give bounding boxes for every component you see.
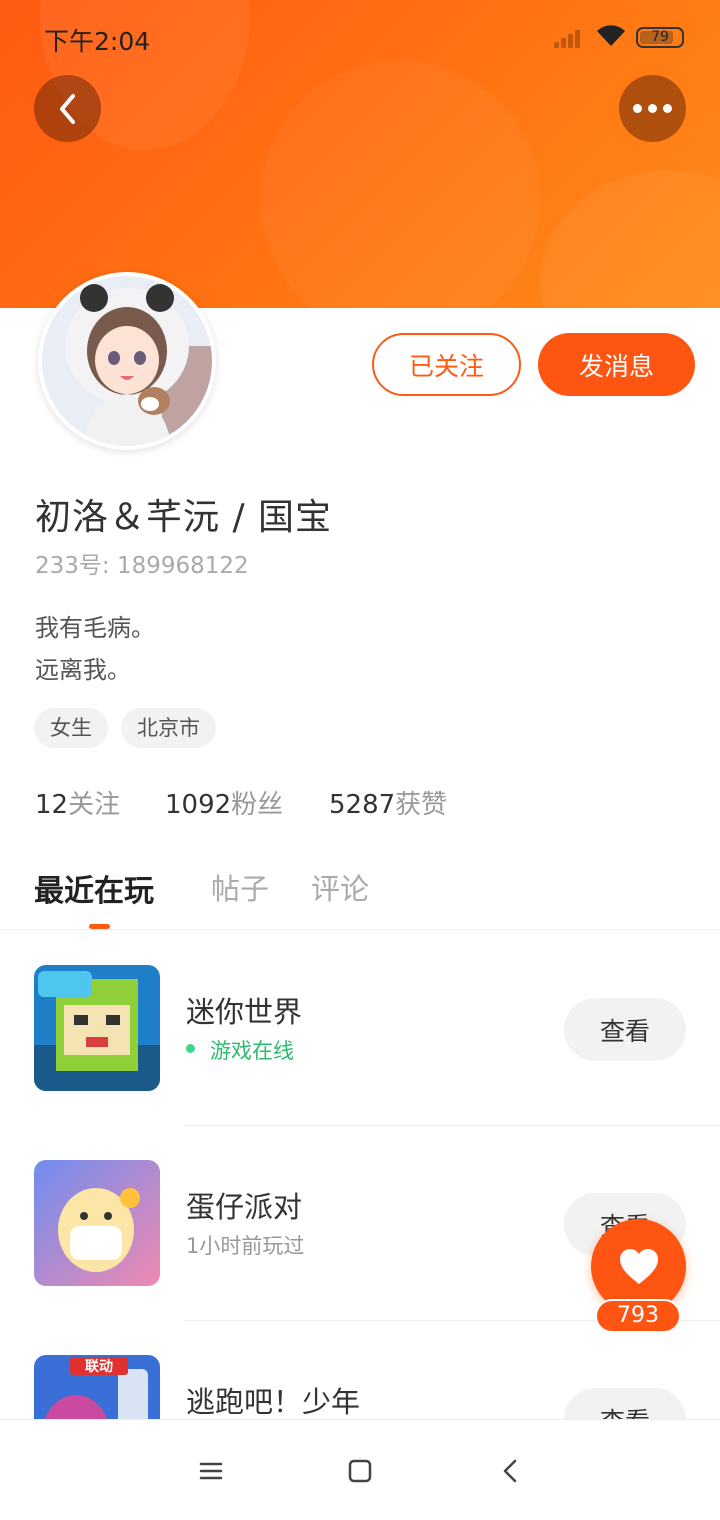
following-button[interactable]: 已关注 — [372, 333, 521, 396]
tag-location: 北京市 — [121, 708, 216, 748]
status-bar: 下午2:04 79 — [0, 0, 720, 72]
chevron-left-icon — [59, 93, 75, 124]
game-icon-eggy-party — [34, 1160, 160, 1286]
battery-level: 79 — [651, 29, 669, 45]
menu-icon[interactable] — [196, 1456, 226, 1486]
tab-posts[interactable]: 帖子 — [211, 866, 269, 908]
heart-icon — [619, 1248, 658, 1284]
home-icon[interactable] — [345, 1456, 375, 1486]
back-nav-icon[interactable] — [496, 1456, 526, 1486]
stat-following[interactable]: 12关注 — [35, 784, 120, 821]
stat-value: 5287 — [329, 790, 396, 820]
game-list-item[interactable]: 迷你世界 游戏在线 查看 — [0, 931, 720, 1126]
bio-line: 远离我。 — [35, 656, 131, 684]
send-message-button[interactable]: 发消息 — [538, 333, 695, 396]
tag-gender: 女生 — [34, 708, 108, 748]
game-status: 1小时前玩过 — [186, 1234, 305, 1258]
header-decoration — [540, 170, 720, 308]
more-dot — [663, 104, 672, 113]
profile-tabs: 最近在玩 帖子 评论 — [0, 860, 720, 930]
system-navigation-bar — [0, 1419, 720, 1520]
online-status-dot — [186, 1044, 195, 1053]
game-title: 迷你世界 — [186, 995, 303, 1029]
account-id: 233号: 189968122 — [35, 553, 249, 579]
more-dots-icon — [633, 104, 642, 113]
stat-label: 粉丝 — [231, 790, 284, 820]
avatar-image — [42, 276, 212, 446]
stat-label: 关注 — [68, 790, 121, 820]
battery-icon: 79 — [636, 27, 684, 48]
view-game-button[interactable]: 查看 — [564, 998, 686, 1061]
game-status-text: 游戏在线 — [210, 1039, 294, 1063]
status-time: 下午2:04 — [44, 27, 151, 56]
tab-comments[interactable]: 评论 — [311, 866, 369, 908]
stat-value: 1092 — [165, 790, 232, 820]
profile-name: 初洛＆芊沅 / 国宝 — [35, 497, 333, 538]
game-title: 逃跑吧！少年 — [186, 1385, 361, 1419]
stat-value: 12 — [35, 790, 69, 820]
stat-likes[interactable]: 5287获赞 — [329, 784, 447, 821]
signal-icon — [554, 26, 586, 48]
wifi-icon — [597, 25, 625, 46]
more-options-button[interactable] — [619, 75, 686, 142]
game-icon-badge: 联动 — [85, 1358, 113, 1375]
game-status: 游戏在线 — [186, 1035, 294, 1065]
bio-line: 我有毛病。 — [35, 614, 155, 642]
header-decoration — [260, 60, 540, 308]
back-button[interactable] — [34, 75, 101, 142]
avatar[interactable] — [38, 272, 216, 450]
stat-followers[interactable]: 1092粉丝 — [165, 784, 283, 821]
game-title: 蛋仔派对 — [186, 1190, 303, 1224]
game-icon-mini-world — [34, 965, 160, 1091]
tab-indicator — [89, 924, 110, 929]
like-count-badge: 793 — [595, 1299, 681, 1333]
more-dot — [648, 104, 657, 113]
stat-label: 获赞 — [395, 790, 448, 820]
tab-recently-played[interactable]: 最近在玩 — [34, 866, 154, 910]
